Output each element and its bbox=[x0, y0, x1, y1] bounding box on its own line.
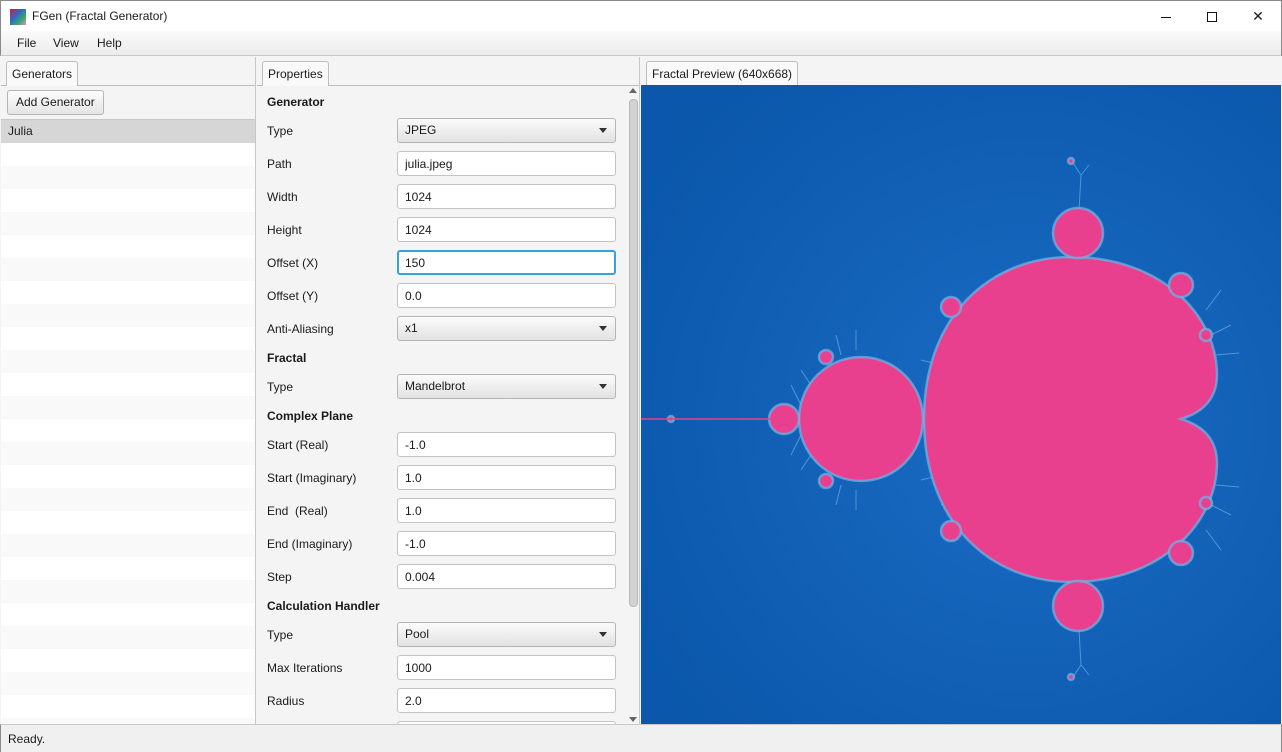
generator-type-select[interactable]: JPEG bbox=[397, 118, 616, 143]
status-text: Ready. bbox=[8, 732, 46, 746]
offset-y-label: Offset (Y) bbox=[267, 289, 319, 303]
generator-type-label: Type bbox=[267, 124, 294, 138]
end-real-label: End (Real) bbox=[267, 504, 328, 518]
height-label: Height bbox=[267, 223, 302, 237]
start-real-field[interactable] bbox=[397, 432, 616, 457]
chevron-down-icon bbox=[599, 326, 607, 331]
section-calculation-handler: Calculation Handler bbox=[267, 599, 380, 613]
width-field[interactable] bbox=[397, 184, 616, 209]
height-field[interactable] bbox=[397, 217, 616, 242]
max-iterations-field[interactable] bbox=[397, 655, 616, 680]
chevron-down-icon bbox=[599, 632, 607, 637]
calc-type-select[interactable]: Pool bbox=[397, 622, 616, 647]
start-imaginary-label: Start (Imaginary) bbox=[267, 471, 357, 485]
scroll-thumb[interactable] bbox=[629, 99, 638, 607]
start-real-label: Start (Real) bbox=[267, 438, 329, 452]
properties-scrollbar[interactable] bbox=[627, 86, 639, 724]
width-label: Width bbox=[267, 190, 298, 204]
tab-generators[interactable]: Generators bbox=[6, 61, 79, 86]
max-iterations-label: Max Iterations bbox=[267, 661, 343, 675]
list-item-julia[interactable]: Julia bbox=[1, 120, 255, 143]
tab-fractal-preview[interactable]: Fractal Preview (640x668) bbox=[646, 61, 799, 86]
close-button[interactable]: ✕ bbox=[1235, 1, 1281, 32]
fractal-type-label: Type bbox=[267, 380, 294, 394]
fractal-preview-image bbox=[641, 85, 1281, 724]
menu-file[interactable]: File bbox=[17, 36, 36, 50]
chevron-down-icon bbox=[599, 128, 607, 133]
tab-properties[interactable]: Properties bbox=[262, 61, 329, 86]
menu-bar: File View Help bbox=[0, 31, 1282, 56]
minimize-icon bbox=[1161, 16, 1171, 18]
section-fractal: Fractal bbox=[267, 351, 307, 365]
scroll-down-icon[interactable] bbox=[629, 717, 637, 722]
title-bar: FGen (Fractal Generator) ✕ bbox=[0, 0, 1282, 31]
generators-pane: Generators Add Generator Julia bbox=[1, 57, 256, 724]
start-imaginary-field[interactable] bbox=[397, 465, 616, 490]
offset-x-field[interactable] bbox=[397, 250, 616, 275]
end-imaginary-field[interactable] bbox=[397, 531, 616, 556]
radius-field[interactable] bbox=[397, 688, 616, 713]
menu-help[interactable]: Help bbox=[97, 36, 122, 50]
chevron-down-icon bbox=[599, 384, 607, 389]
app-icon bbox=[10, 9, 26, 25]
path-label: Path bbox=[267, 157, 292, 171]
section-generator: Generator bbox=[267, 95, 325, 109]
end-imaginary-label: End (Imaginary) bbox=[267, 537, 353, 551]
path-field[interactable] bbox=[397, 151, 616, 176]
mandelbrot-image bbox=[641, 85, 1281, 724]
menu-view[interactable]: View bbox=[53, 36, 79, 50]
status-bar: Ready. bbox=[0, 724, 1282, 752]
offset-y-field[interactable] bbox=[397, 283, 616, 308]
step-label: Step bbox=[267, 570, 292, 584]
section-complex-plane: Complex Plane bbox=[267, 409, 354, 423]
properties-form: Generator Type JPEG Path Width Height Of… bbox=[257, 86, 625, 724]
add-generator-button[interactable]: Add Generator bbox=[7, 90, 104, 115]
calc-type-label: Type bbox=[267, 628, 294, 642]
offset-x-label: Offset (X) bbox=[267, 256, 319, 270]
generator-list[interactable]: Julia bbox=[1, 119, 255, 724]
step-field[interactable] bbox=[397, 564, 616, 589]
scroll-up-icon[interactable] bbox=[629, 88, 637, 93]
anti-aliasing-select[interactable]: x1 bbox=[397, 316, 616, 341]
minimize-button[interactable] bbox=[1143, 1, 1189, 32]
window-title: FGen (Fractal Generator) bbox=[32, 9, 168, 23]
properties-pane: Properties Generator Type JPEG Path Widt… bbox=[257, 57, 640, 724]
maximize-button[interactable] bbox=[1189, 1, 1235, 32]
maximize-icon bbox=[1207, 12, 1217, 23]
fractal-type-select[interactable]: Mandelbrot bbox=[397, 374, 616, 399]
anti-aliasing-label: Anti-Aliasing bbox=[267, 322, 334, 336]
radius-label: Radius bbox=[267, 694, 305, 708]
close-icon: ✕ bbox=[1252, 8, 1264, 24]
end-real-field[interactable] bbox=[397, 498, 616, 523]
preview-pane: Fractal Preview (640x668) bbox=[641, 57, 1281, 724]
